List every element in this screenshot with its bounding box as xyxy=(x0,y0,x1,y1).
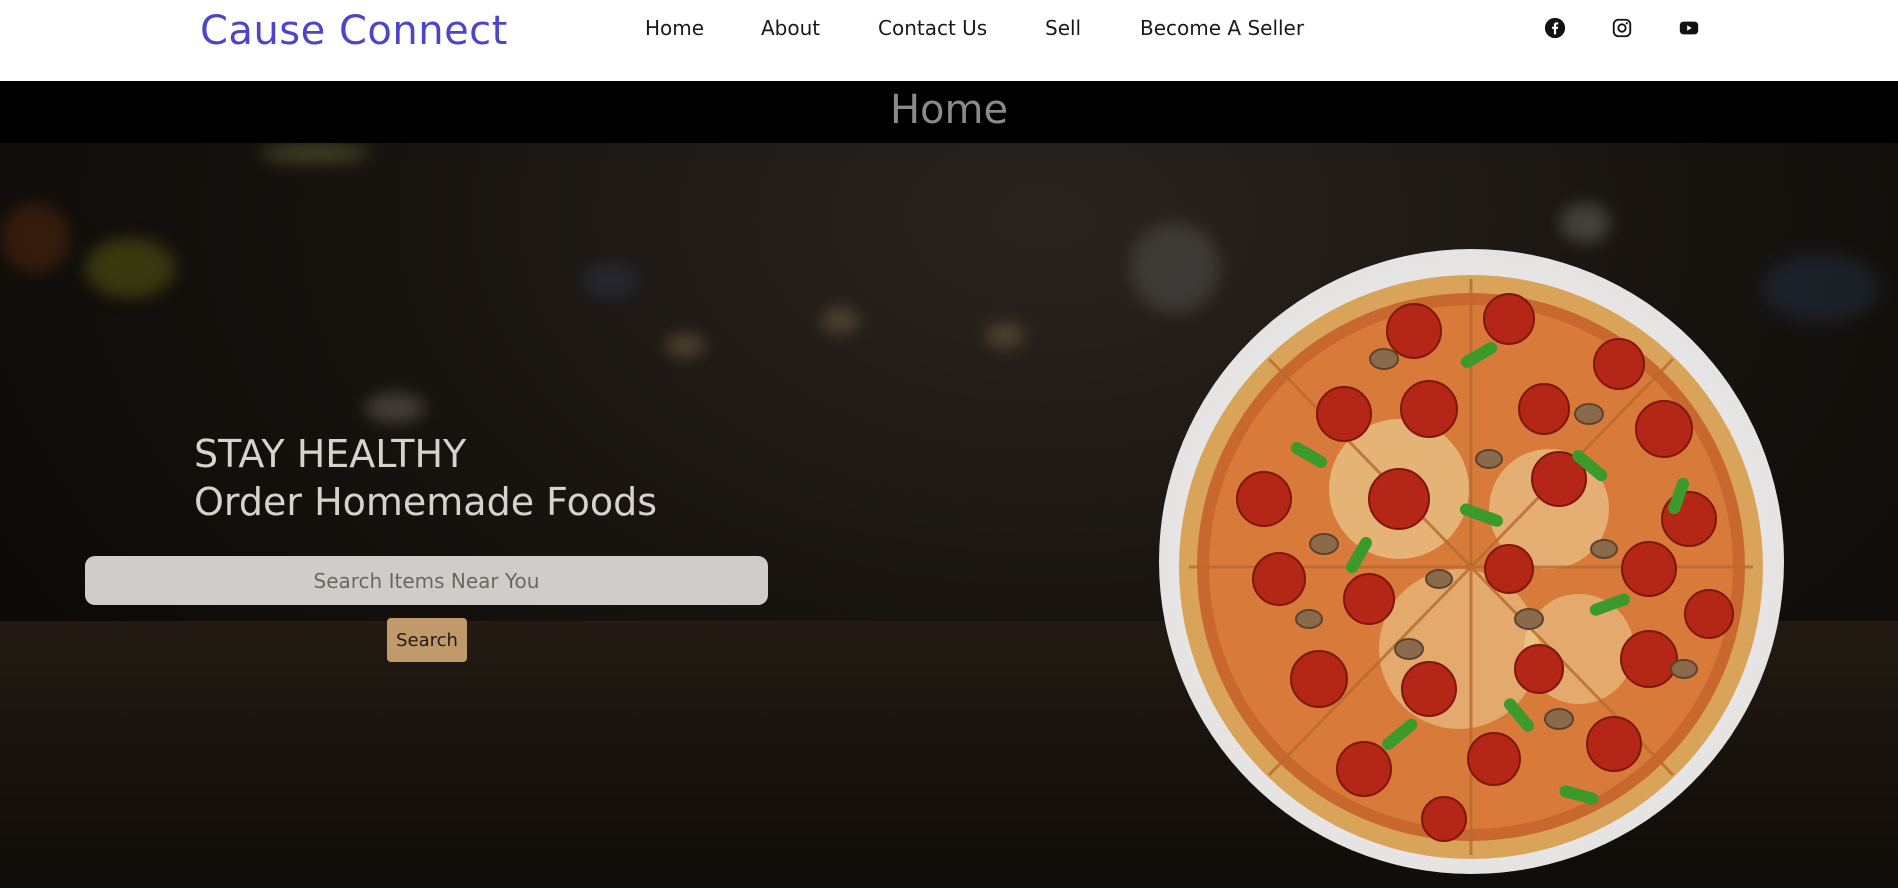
brand-logo[interactable]: Cause Connect xyxy=(200,8,508,54)
pizza-image xyxy=(1159,249,1784,874)
bokeh-light xyxy=(665,333,705,358)
nav-sell-link[interactable]: Sell xyxy=(1045,16,1081,40)
search-button[interactable]: Search xyxy=(387,618,467,662)
facebook-icon[interactable] xyxy=(1544,17,1566,39)
bokeh-light xyxy=(1560,203,1610,243)
pizza-illustration xyxy=(1179,275,1763,859)
nav-become-seller-link[interactable]: Become A Seller xyxy=(1140,16,1304,40)
bokeh-light xyxy=(0,203,70,273)
hero-section: STAY HEALTHY Order Homemade Foods Search xyxy=(0,143,1898,888)
bokeh-light xyxy=(1130,223,1220,313)
nav-about-link[interactable]: About xyxy=(761,16,820,40)
hero-headline-line1: STAY HEALTHY xyxy=(194,432,467,476)
nav-home-link[interactable]: Home xyxy=(645,16,704,40)
nav-contact-link[interactable]: Contact Us xyxy=(878,16,987,40)
navbar: Cause Connect Home About Contact Us Sell… xyxy=(0,0,1898,81)
search-input[interactable] xyxy=(85,556,768,605)
instagram-icon[interactable] xyxy=(1611,17,1633,39)
bokeh-light xyxy=(85,238,175,298)
bokeh-light xyxy=(580,263,640,298)
youtube-icon[interactable] xyxy=(1678,17,1700,39)
hero-headline: STAY HEALTHY Order Homemade Foods xyxy=(194,430,657,526)
bokeh-light xyxy=(1760,253,1880,323)
page-title-band: Home xyxy=(0,81,1898,143)
hero-headline-line2: Order Homemade Foods xyxy=(194,480,658,524)
page-title: Home xyxy=(889,87,1009,133)
bokeh-light xyxy=(260,143,370,163)
bokeh-light xyxy=(820,308,860,333)
bokeh-light xyxy=(985,323,1025,348)
bokeh-light xyxy=(365,393,425,423)
